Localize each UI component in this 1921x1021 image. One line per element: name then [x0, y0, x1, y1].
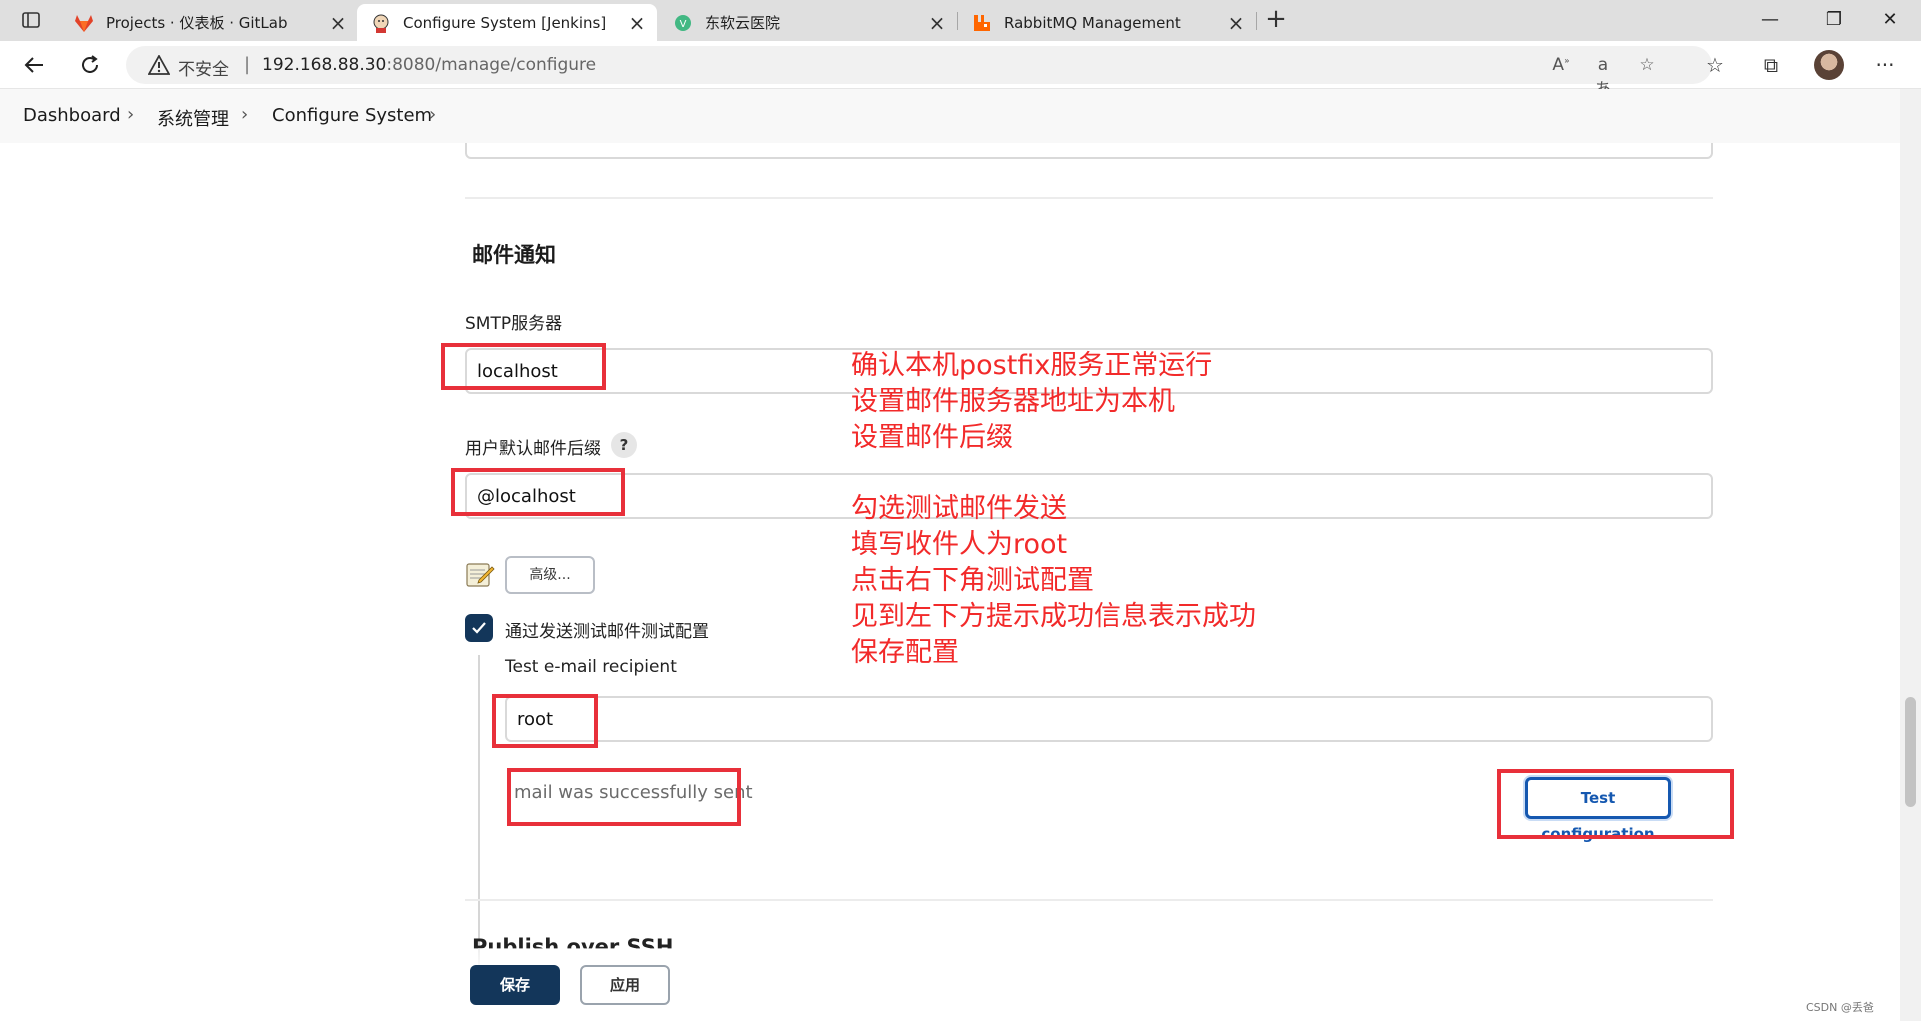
annotation-text: 勾选测试邮件发送 [851, 493, 1067, 524]
configure-form: 邮件通知 SMTP服务器 localhost 用户默认邮件后缀 ? @local… [0, 143, 1900, 1021]
recipient-input[interactable]: root [505, 696, 1713, 742]
close-icon[interactable]: × [1224, 11, 1248, 35]
tab-title: Configure System [Jenkins] [403, 13, 607, 32]
collections-icon[interactable]: ⧉ [1756, 51, 1786, 81]
tab-title: RabbitMQ Management [1004, 13, 1181, 32]
restore-icon[interactable]: ❐ [1806, 0, 1862, 40]
tab-actions-icon[interactable] [14, 8, 48, 32]
favorites-icon[interactable]: ☆ [1700, 51, 1730, 81]
test-email-checkbox[interactable] [465, 614, 493, 642]
jenkins-icon [371, 13, 391, 33]
breadcrumb: Dashboard › 系统管理 › Configure System › [0, 89, 1900, 143]
annotation-text: 见到左下方提示成功信息表示成功 [851, 601, 1256, 632]
tab-hospital[interactable]: V 东软云医院 × [659, 4, 957, 41]
notepad-icon [465, 560, 495, 588]
annotation-box-recipient [492, 694, 598, 748]
more-icon[interactable]: ··· [1870, 51, 1900, 81]
url-host: 192.168.88.30 [262, 55, 387, 75]
email-suffix-label: 用户默认邮件后缀 [465, 439, 601, 459]
annotation-text: 保存配置 [851, 637, 959, 668]
section-divider [465, 197, 1713, 199]
annotation-box-test-button [1497, 769, 1734, 839]
page-scrollbar[interactable] [1900, 89, 1921, 1021]
gitlab-icon [74, 13, 94, 33]
smtp-server-label: SMTP服务器 [465, 314, 563, 334]
rabbitmq-icon [972, 13, 992, 33]
previous-field[interactable] [465, 143, 1713, 159]
close-icon[interactable]: × [326, 11, 350, 35]
breadcrumb-configure-system[interactable]: Configure System [272, 105, 432, 126]
nested-options-line [478, 655, 480, 965]
chevron-right-icon: › [241, 104, 249, 125]
help-icon[interactable]: ? [611, 432, 637, 458]
tab-title: Projects · 仪表板 · GitLab [106, 14, 288, 32]
window-close-icon[interactable]: ✕ [1862, 0, 1918, 40]
warning-icon[interactable] [147, 54, 171, 79]
translate-icon[interactable]: aあ [1592, 55, 1614, 100]
test-email-checkbox-label[interactable]: 通过发送测试邮件测试配置 [505, 617, 709, 642]
url-path: :8080/manage/configure [386, 55, 597, 75]
annotation-text: 设置邮件后缀 [851, 422, 1013, 453]
security-label[interactable]: 不安全 [178, 55, 229, 80]
apply-button[interactable]: 应用 [580, 965, 670, 1005]
advanced-button[interactable]: 高级... [505, 556, 595, 594]
avatar[interactable] [1814, 50, 1844, 80]
email-suffix-input[interactable]: @localhost [465, 473, 1713, 519]
tab-jenkins[interactable]: Configure System [Jenkins] × [357, 4, 657, 41]
scrollbar-thumb[interactable] [1905, 697, 1916, 807]
new-tab-icon[interactable]: + [1258, 4, 1294, 36]
annotation-box-suffix [451, 468, 625, 516]
minimize-icon[interactable]: — [1742, 0, 1798, 40]
chevron-right-icon[interactable]: › [429, 104, 436, 125]
breadcrumb-dashboard[interactable]: Dashboard [23, 105, 121, 126]
annotation-text: 点击右下角测试配置 [851, 565, 1094, 596]
vue-icon: V [673, 13, 693, 33]
section-title-email: 邮件通知 [472, 243, 556, 267]
annotation-text: 填写收件人为root [851, 529, 1068, 560]
tab-separator [1256, 12, 1257, 30]
annotation-text: 确认本机postfix服务正常运行 [851, 350, 1213, 381]
tab-rabbitmq[interactable]: RabbitMQ Management × [958, 4, 1256, 41]
save-button[interactable]: 保存 [470, 965, 560, 1005]
section-divider [465, 899, 1713, 901]
tab-title: 东软云医院 [705, 14, 781, 32]
close-icon[interactable]: × [925, 11, 949, 35]
svg-text:V: V [680, 19, 687, 30]
tab-gitlab[interactable]: Projects · 仪表板 · GitLab × [60, 4, 358, 41]
annotation-box-smtp [441, 343, 606, 390]
close-icon[interactable]: × [625, 11, 649, 35]
watermark: CSDN @丢爸 [1806, 1001, 1874, 1014]
address-bar[interactable]: 不安全 | 192.168.88.30:8080/manage/configur… [126, 46, 1712, 100]
url-text[interactable]: 192.168.88.30:8080/manage/configure [262, 55, 596, 75]
url-divider: | [244, 54, 251, 75]
save-bar [0, 948, 1900, 1021]
read-aloud-icon[interactable]: A» [1550, 55, 1572, 77]
browser-toolbar: 不安全 | 192.168.88.30:8080/manage/configur… [0, 41, 1921, 100]
next-section-title: Publish over SSH [472, 935, 674, 949]
breadcrumb-system-management[interactable]: 系统管理 [157, 105, 229, 131]
favorite-add-icon[interactable]: ☆ [1636, 55, 1658, 77]
annotation-text: 设置邮件服务器地址为本机 [851, 386, 1175, 417]
refresh-icon[interactable] [72, 49, 108, 81]
recipient-label: Test e-mail recipient [505, 657, 677, 677]
chevron-right-icon: › [127, 104, 135, 125]
browser-tab-strip: Projects · 仪表板 · GitLab × Configure Syst… [0, 0, 1921, 41]
back-icon[interactable] [16, 49, 52, 81]
annotation-box-success [507, 768, 741, 826]
